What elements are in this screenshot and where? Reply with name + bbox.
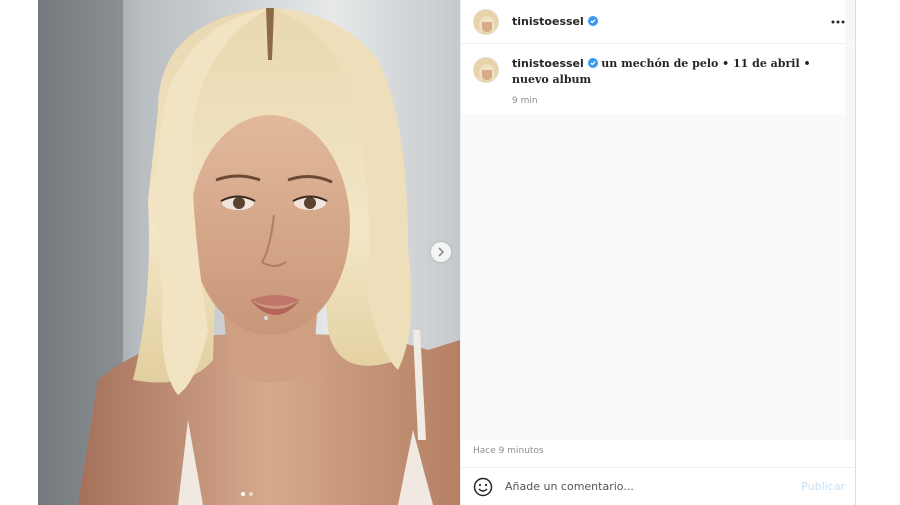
carousel-indicator (241, 492, 253, 496)
avatar[interactable] (473, 8, 499, 35)
scrollbar[interactable] (845, 0, 855, 440)
header-username[interactable]: tinistoessel (512, 15, 598, 29)
comment-bar: Publicar (461, 467, 857, 505)
verified-badge-icon (587, 15, 598, 29)
post-header: tinistoessel (461, 0, 857, 44)
carousel-dot (249, 492, 253, 496)
next-image-button[interactable] (431, 242, 451, 262)
avatar[interactable] (473, 57, 499, 83)
publish-button[interactable]: Publicar (801, 480, 845, 493)
post-timestamp: Hace 9 minutos (473, 446, 544, 456)
emoji-icon (473, 477, 493, 496)
username-text[interactable]: tinistoessel (512, 15, 584, 28)
chevron-right-icon (438, 247, 445, 257)
post-photo (38, 0, 460, 505)
post-media[interactable] (38, 0, 460, 505)
carousel-dot-active (241, 492, 245, 496)
caption-time: 9 min (512, 96, 538, 106)
comment-input[interactable] (505, 480, 785, 493)
more-horizontal-icon (831, 20, 845, 24)
caption-body: tinistoessel un mechón de pelo • 11 de a… (512, 56, 845, 109)
verified-badge-icon (587, 57, 598, 72)
post-side-panel: tinistoessel tinistoessel un mechón de p… (460, 0, 857, 505)
comments-area[interactable] (461, 114, 847, 440)
emoji-button[interactable] (473, 477, 493, 497)
caption: tinistoessel un mechón de pelo • 11 de a… (473, 56, 845, 109)
avatar-image (474, 58, 498, 82)
caption-username[interactable]: tinistoessel (512, 57, 584, 70)
more-options-button[interactable] (831, 12, 845, 28)
avatar-image (474, 9, 498, 34)
post-dialog: tinistoessel tinistoessel un mechón de p… (38, 0, 857, 505)
